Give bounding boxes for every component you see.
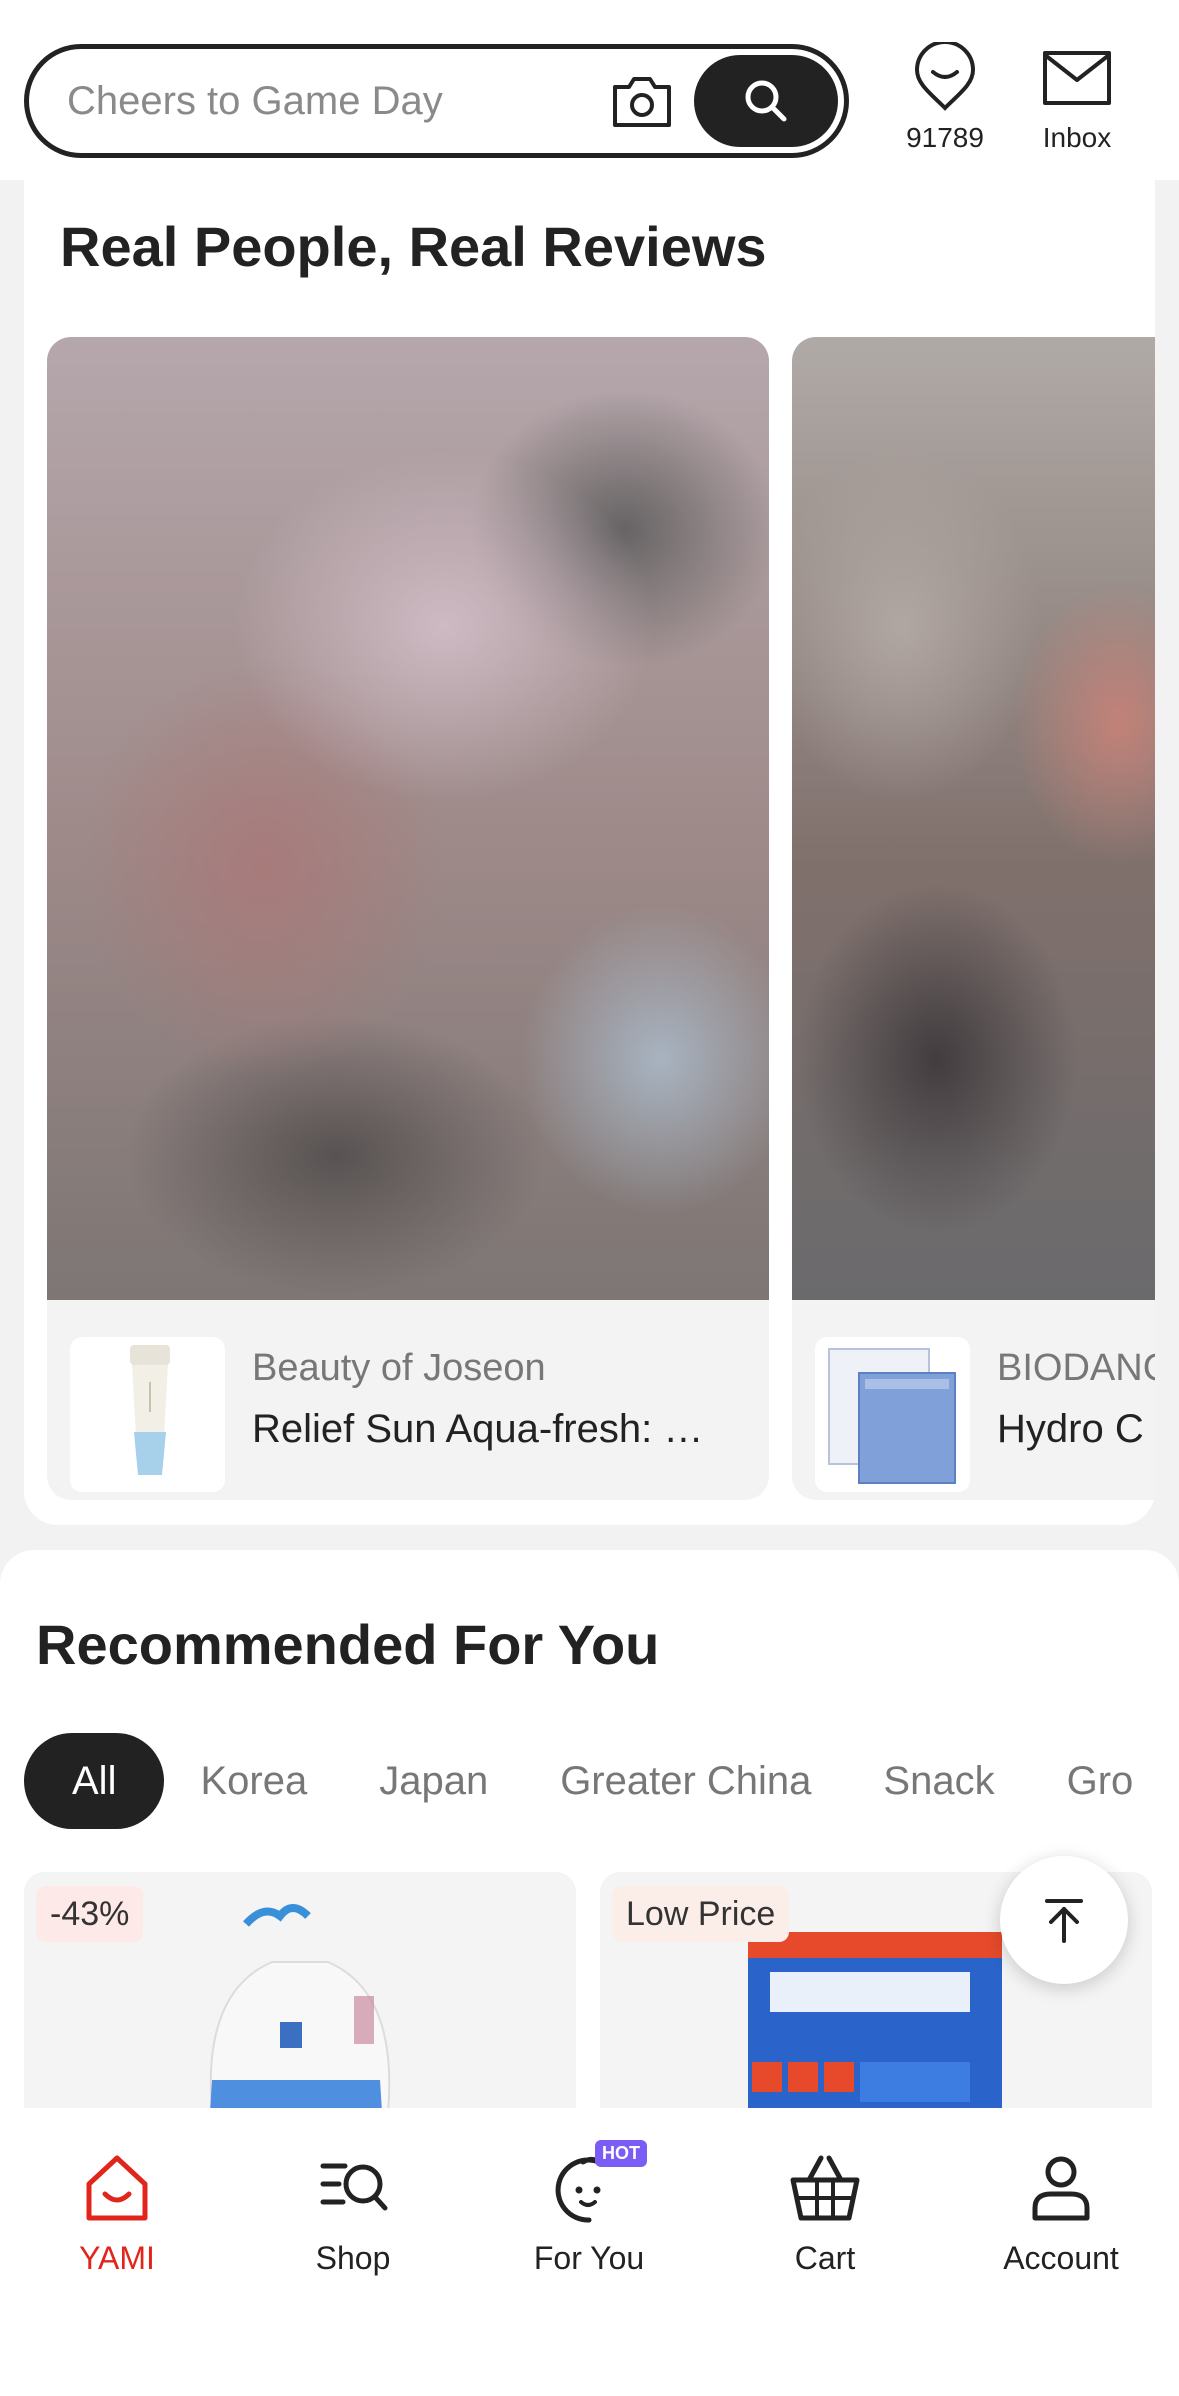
tab-greater-china[interactable]: Greater China <box>524 1733 847 1829</box>
nav-label: YAMI <box>79 2240 155 2276</box>
shop-search-icon <box>320 2163 388 2211</box>
mail-icon <box>1043 51 1111 105</box>
product-name: Relief Sun Aqua-fresh: … <box>252 1407 704 1451</box>
sunscreen-tube-image <box>130 1345 170 1475</box>
nav-label: Account <box>1003 2240 1119 2276</box>
low-price-badge: Low Price <box>612 1886 790 1942</box>
product-thumbnail <box>815 1337 970 1492</box>
review-card[interactable]: Beauty of Joseon Relief Sun Aqua-fresh: … <box>47 337 769 1500</box>
search-button[interactable] <box>694 55 838 147</box>
nav-yami[interactable]: YAMI <box>17 2148 217 2288</box>
tab-japan[interactable]: Japan <box>343 1733 524 1829</box>
home-icon <box>86 2155 148 2221</box>
discount-badge: -43% <box>36 1886 144 1942</box>
review-photo[interactable] <box>47 337 769 1300</box>
camera-icon[interactable] <box>609 71 675 133</box>
nav-account[interactable]: Account <box>961 2148 1161 2288</box>
product-brand: BIODANC <box>997 1347 1155 1389</box>
tab-korea[interactable]: Korea <box>164 1733 343 1829</box>
nav-label: Shop <box>315 2240 391 2276</box>
product-thumbnail <box>70 1337 225 1492</box>
reviews-section: Real People, Real Reviews Beauty of Jose… <box>24 180 1155 1525</box>
nav-label: Cart <box>794 2240 856 2276</box>
review-card[interactable]: BIODANC Hydro C <box>792 337 1155 1500</box>
tab-all[interactable]: All <box>24 1733 165 1829</box>
tab-snack[interactable]: Snack <box>847 1733 1030 1829</box>
recommended-section: Recommended For You All Korea Japan Greater… <box>0 1550 1179 2110</box>
recommended-title: Recommended For You <box>36 1613 660 1676</box>
product-name: Hydro C <box>997 1407 1144 1451</box>
hot-badge: HOT <box>595 2140 647 2167</box>
nav-label: For You <box>533 2240 645 2276</box>
search-icon <box>745 80 787 122</box>
basket-icon <box>790 2155 860 2221</box>
category-tabs: All Korea Japan Greater China Snack Gro <box>24 1733 1169 1829</box>
review-photo[interactable] <box>792 337 1155 1300</box>
inbox-button[interactable]: Inbox <box>1017 42 1137 162</box>
smile-pin-icon <box>914 42 976 111</box>
reviews-title: Real People, Real Reviews <box>60 215 767 278</box>
product-brand: Beauty of Joseon <box>252 1347 546 1389</box>
bottom-nav: YAMI Shop HOT For You Cart Account <box>0 2108 1179 2396</box>
search-bar[interactable] <box>24 44 849 158</box>
top-bar: 91789 Inbox <box>0 0 1179 180</box>
arrow-up-to-top-icon <box>1045 1899 1083 1943</box>
inbox-label: Inbox <box>1042 122 1112 153</box>
search-input[interactable] <box>67 73 567 129</box>
points-value: 91789 <box>906 122 984 153</box>
nav-cart[interactable]: Cart <box>725 2148 925 2288</box>
nav-shop[interactable]: Shop <box>253 2148 453 2288</box>
scroll-to-top-button[interactable] <box>1000 1856 1128 1984</box>
tab-grocery[interactable]: Gro <box>1031 1733 1170 1829</box>
person-icon <box>1032 2156 1090 2221</box>
product-card[interactable]: -43% <box>24 1872 576 2110</box>
mask-pack-image <box>828 1348 956 1484</box>
nav-for-you[interactable]: HOT For You <box>489 2140 689 2288</box>
points-button[interactable]: 91789 <box>885 42 1005 162</box>
